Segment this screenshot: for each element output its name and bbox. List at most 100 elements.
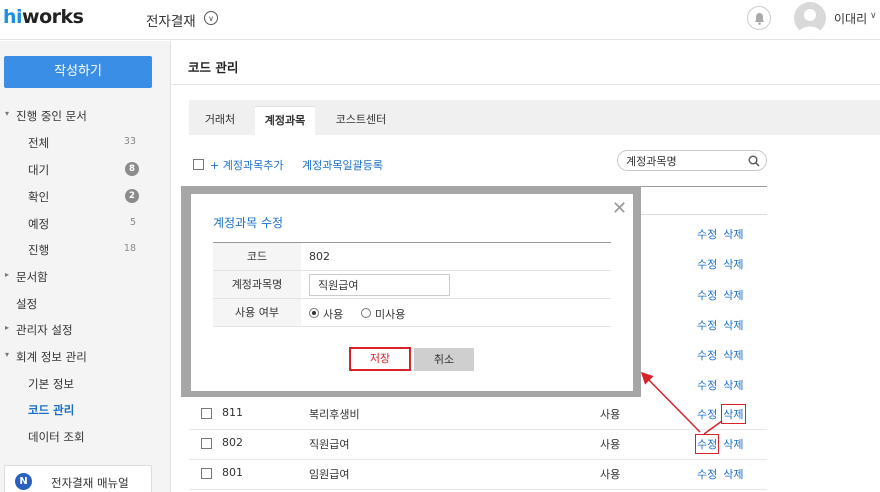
tab-cost-center[interactable]: 코스트센터 [323, 106, 399, 135]
delete-link[interactable]: 삭제 [721, 404, 746, 424]
row-code: 802 [222, 436, 243, 449]
count-label: 5 [129, 217, 136, 228]
count-label: 33 [123, 136, 136, 147]
field-label: 사용 여부 [213, 299, 301, 326]
delete-link[interactable]: 삭제 [723, 466, 743, 482]
edit-link[interactable]: 수정 [697, 287, 717, 303]
compose-button[interactable]: 작성하기 [4, 56, 152, 88]
radio-label: 미사용 [375, 308, 406, 321]
row-code: 801 [222, 466, 243, 479]
top-bar: hiworks 전자결재 ∨ 이대리 ∨ [0, 0, 880, 40]
user-name[interactable]: 이대리 [834, 10, 867, 27]
sidebar-item-data-query[interactable]: 데이터 조회 [0, 426, 170, 448]
sidebar-group-accounting[interactable]: ▾ 회계 정보 관리 [0, 346, 170, 368]
delete-link[interactable]: 삭제 [723, 256, 743, 272]
row-name: 직원급여 [309, 438, 350, 451]
sidebar-item-label: 확인 [28, 190, 50, 204]
cancel-button[interactable]: 취소 [414, 348, 474, 371]
sidebar-item-settings[interactable]: 설정 [0, 293, 170, 315]
row-actions: 수정 삭제 [697, 466, 744, 482]
delete-link[interactable]: 삭제 [723, 436, 743, 452]
search-icon[interactable] [748, 155, 760, 167]
sidebar-item-waiting[interactable]: 대기 8 [0, 159, 170, 181]
row-use: 사용 [600, 468, 621, 481]
bell-icon[interactable] [747, 6, 771, 30]
close-icon[interactable]: ✕ [612, 198, 627, 219]
chevron-right-icon: ▸ [5, 323, 10, 332]
row-checkbox[interactable] [201, 438, 212, 449]
row-checkbox[interactable] [201, 468, 212, 479]
sidebar-item-scheduled[interactable]: 예정 5 [0, 213, 170, 235]
row-actions: 수정 삭제 [697, 377, 750, 393]
row-actions: 수정 삭제 [697, 347, 750, 363]
delete-link[interactable]: 삭제 [723, 347, 743, 363]
save-button[interactable]: 저장 [349, 347, 411, 371]
logo-prefix: hi [3, 6, 23, 28]
sidebar-item-label: 설정 [16, 297, 38, 311]
row-actions: 수정 삭제 [697, 404, 746, 424]
sidebar-item-progress[interactable]: 진행 18 [0, 239, 170, 261]
edit-link[interactable]: 수정 [697, 377, 717, 393]
sidebar-item-confirm[interactable]: 확인 2 [0, 186, 170, 208]
chevron-down-icon: ▾ [5, 350, 10, 359]
count-label: 18 [123, 243, 136, 254]
row-actions: 수정 삭제 [697, 287, 750, 303]
edit-link[interactable]: 수정 [697, 347, 717, 363]
tab-accounts[interactable]: 계정과목 [255, 106, 315, 135]
add-account-button[interactable]: + 계정과목추가 [210, 157, 283, 173]
sidebar-item-label: 코드 관리 [28, 403, 75, 417]
sidebar-item-label: 진행 [28, 243, 50, 257]
sidebar-item-label: 대기 [28, 163, 50, 177]
logo-text: works [22, 6, 84, 28]
sidebar-item-code-management[interactable]: 코드 관리 [0, 399, 170, 421]
row-actions: 수정 삭제 [697, 317, 750, 333]
app-title[interactable]: 전자결재 [146, 10, 196, 30]
sidebar-item-label: 진행 중인 문서 [16, 109, 87, 123]
modal-title: 계정과목 수정 [213, 216, 284, 230]
edit-link[interactable]: 수정 [697, 256, 717, 272]
field-label: 계정과목명 [213, 271, 301, 298]
manual-link[interactable]: N 전자결재 매뉴얼 [4, 465, 152, 492]
chevron-right-icon: ▸ [5, 270, 10, 279]
select-all-checkbox[interactable] [193, 159, 204, 170]
account-name-input[interactable] [309, 274, 450, 296]
chevron-down-icon[interactable]: ∨ [870, 11, 877, 21]
delete-link[interactable]: 삭제 [723, 287, 743, 303]
row-code: 811 [222, 406, 243, 419]
code-value: 802 [309, 250, 330, 263]
sidebar-item-label: 전체 [28, 136, 50, 150]
edit-link[interactable]: 수정 [697, 406, 717, 422]
use-off-radio[interactable] [361, 308, 371, 318]
form-row-name: 계정과목명 [213, 271, 611, 299]
edit-link[interactable]: 수정 [697, 317, 717, 333]
delete-link[interactable]: 삭제 [723, 377, 743, 393]
bulk-register-button[interactable]: 계정과목일괄등록 [302, 157, 383, 173]
edit-link[interactable]: 수정 [697, 466, 717, 482]
edit-link[interactable]: 수정 [697, 226, 717, 242]
sidebar-item-all[interactable]: 전체 33 [0, 132, 170, 154]
row-name: 복리후생비 [309, 408, 360, 421]
chevron-down-icon[interactable]: ∨ [204, 11, 218, 25]
delete-link[interactable]: 삭제 [723, 226, 743, 242]
row-name: 임원급여 [309, 468, 350, 481]
avatar[interactable] [794, 2, 826, 34]
use-on-radio[interactable] [309, 308, 319, 318]
edit-link[interactable]: 수정 [694, 434, 720, 454]
sidebar-group-documents[interactable]: ▸ 문서함 [0, 266, 170, 288]
sidebar-group-admin[interactable]: ▸ 관리자 설정 [0, 319, 170, 341]
sidebar-group-in-progress[interactable]: ▾ 진행 중인 문서 [0, 105, 170, 127]
search-field[interactable] [617, 150, 767, 171]
form-row-use: 사용 여부 사용 미사용 [213, 299, 611, 327]
divider [172, 84, 880, 85]
table-row[interactable]: 801 임원급여 사용 수정 삭제 [189, 460, 767, 490]
hiworks-logo[interactable]: hiworks [3, 6, 84, 28]
count-badge: 2 [125, 189, 139, 203]
delete-link[interactable]: 삭제 [723, 317, 743, 333]
table-row[interactable]: 802 직원급여 사용 수정 삭제 [189, 430, 767, 460]
search-input[interactable] [626, 153, 746, 169]
table-row[interactable]: 811 복리후생비 사용 수정 삭제 [189, 400, 767, 430]
tab-vendors[interactable]: 거래처 [189, 106, 251, 135]
sidebar-item-basic-info[interactable]: 기본 정보 [0, 373, 170, 395]
sidebar-item-label: 문서함 [16, 270, 48, 284]
row-checkbox[interactable] [201, 408, 212, 419]
